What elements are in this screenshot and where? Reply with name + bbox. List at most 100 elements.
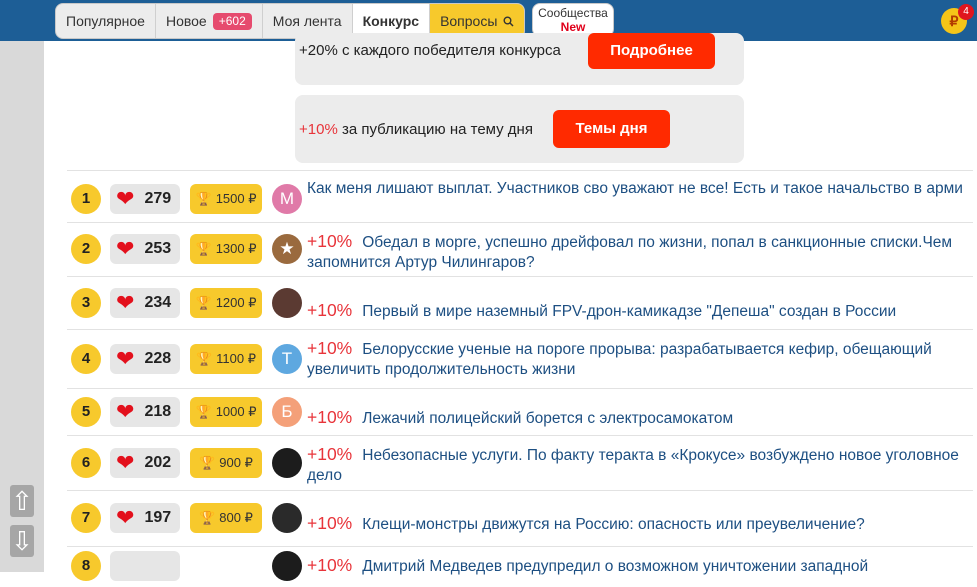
rank-badge: 4 bbox=[71, 344, 101, 374]
prize-badge: 🏆 900 ₽ bbox=[190, 448, 262, 478]
author-avatar[interactable] bbox=[272, 551, 302, 581]
author-avatar[interactable]: ★ bbox=[272, 234, 302, 264]
heart-icon: ❤ bbox=[116, 236, 135, 261]
post-title-link[interactable]: +10% Дмитрий Медведев предупредил о возмо… bbox=[307, 555, 967, 577]
rank-badge: 7 bbox=[71, 503, 101, 533]
table-row[interactable]: 4 ❤ 228 🏆 1100 ₽ Т +10% Белорусские ученые на п… bbox=[67, 329, 973, 389]
day-topics-button[interactable]: Темы дня bbox=[553, 110, 670, 148]
post-title-text: Небезопасные услуги. По факту теракта в … bbox=[307, 447, 959, 484]
prize-amount: 1500 ₽ bbox=[215, 191, 257, 206]
table-row[interactable]: 1 ❤ 279 🏆 1500 ₽ М Как меня лишают выплат. Уча… bbox=[67, 170, 973, 223]
scroll-up-icon[interactable]: ⇧ bbox=[10, 485, 34, 517]
prize-amount: 1300 ₽ bbox=[215, 241, 257, 256]
left-scroll-rail: ⇧ ⇩ bbox=[0, 41, 44, 572]
author-avatar[interactable] bbox=[272, 503, 302, 533]
post-title-link[interactable]: +10% Первый в мире наземный FPV-дрон-ками… bbox=[307, 300, 967, 322]
table-row[interactable]: 7 ❤ 197 🏆 800 ₽ +10% Клещи-монстры движутся на… bbox=[67, 490, 973, 547]
search-icon bbox=[503, 16, 514, 27]
promo-topic-percent: +10% bbox=[299, 121, 338, 138]
author-avatar[interactable] bbox=[272, 448, 302, 478]
prize-badge: 🏆 1200 ₽ bbox=[190, 288, 262, 318]
table-row[interactable]: 8 +10% Дмитрий Медведев предупредил о возм… bbox=[67, 546, 973, 587]
trophy-icon: 🏆 bbox=[195, 404, 212, 419]
promo-topic-text: +10% за публикацию на тему дня bbox=[299, 121, 533, 138]
heart-icon: ❤ bbox=[116, 186, 135, 211]
prize-amount: 800 ₽ bbox=[219, 510, 253, 525]
likes-counter[interactable]: ❤ 234 bbox=[110, 288, 180, 318]
post-title-text: Обедал в морге, успешно дрейфовал по жиз… bbox=[307, 234, 953, 271]
trophy-icon: 🏆 bbox=[195, 191, 212, 206]
post-title-link[interactable]: +10% Лежачий полицейский борется с электр… bbox=[307, 407, 967, 429]
prize-badge: 🏆 1000 ₽ bbox=[190, 397, 262, 427]
likes-count: 234 bbox=[144, 294, 172, 311]
communities-button[interactable]: Сообщества New bbox=[532, 3, 614, 37]
likes-counter[interactable]: ❤ 218 bbox=[110, 397, 180, 427]
trophy-icon: 🏆 bbox=[195, 351, 213, 366]
prize-badge: 🏆 800 ₽ bbox=[190, 503, 262, 533]
post-title-link[interactable]: +10% Обедал в морге, успешно дрейфовал по… bbox=[307, 231, 967, 273]
rank-badge: 3 bbox=[71, 288, 101, 318]
likes-counter[interactable]: ❤ 279 bbox=[110, 184, 180, 214]
rank-badge: 5 bbox=[71, 397, 101, 427]
likes-count: 228 bbox=[144, 350, 172, 367]
likes-counter[interactable]: ❤ 253 bbox=[110, 234, 180, 264]
more-info-button[interactable]: Подробнее bbox=[588, 33, 715, 69]
scroll-down-icon[interactable]: ⇩ bbox=[10, 525, 34, 557]
promo-topic-bonus: +10% за публикацию на тему дня Темы дня bbox=[295, 95, 744, 163]
post-title-link[interactable]: +10% Небезопасные услуги. По факту теракт… bbox=[307, 444, 967, 486]
prize-amount: 900 ₽ bbox=[219, 455, 253, 470]
post-title-text: Как меня лишают выплат. Участников сво у… bbox=[307, 180, 963, 197]
likes-counter[interactable] bbox=[110, 551, 180, 581]
prize-amount: 1000 ₽ bbox=[215, 404, 257, 419]
heart-icon: ❤ bbox=[116, 450, 135, 475]
rank-badge: 6 bbox=[71, 448, 101, 478]
trophy-icon: 🏆 bbox=[195, 295, 212, 310]
likes-counter[interactable]: ❤ 197 bbox=[110, 503, 180, 533]
prize-badge: 🏆 1100 ₽ bbox=[190, 344, 262, 374]
likes-count: 253 bbox=[144, 240, 172, 257]
bonus-percent: +10% bbox=[307, 300, 353, 320]
tab-new-label: Новое bbox=[165, 13, 207, 29]
tab-popular-label: Популярное bbox=[66, 13, 145, 29]
author-avatar[interactable]: Т bbox=[272, 344, 302, 374]
bonus-percent: +10% bbox=[307, 407, 353, 427]
post-title-link[interactable]: +10% Белорусские ученые на пороге прорыва… bbox=[307, 338, 967, 380]
trophy-icon: 🏆 bbox=[199, 455, 216, 470]
bonus-percent: +10% bbox=[307, 338, 353, 358]
post-title-text: Клещи-монстры движутся на Россию: опасно… bbox=[362, 516, 865, 533]
bonus-percent: +10% bbox=[307, 444, 353, 464]
heart-icon: ❤ bbox=[116, 399, 135, 424]
author-avatar[interactable]: Б bbox=[272, 397, 302, 427]
coin-notification-badge: 4 bbox=[958, 4, 974, 20]
author-avatar[interactable] bbox=[272, 288, 302, 318]
table-row[interactable]: 3 ❤ 234 🏆 1200 ₽ +10% Первый в мире наземный F… bbox=[67, 276, 973, 330]
author-avatar[interactable]: М bbox=[272, 184, 302, 214]
likes-counter[interactable]: ❤ 202 bbox=[110, 448, 180, 478]
post-title-text: Дмитрий Медведев предупредил о возможном… bbox=[362, 558, 869, 575]
promo-topic-desc: за публикацию на тему дня bbox=[341, 121, 533, 138]
table-row[interactable]: 5 ❤ 218 🏆 1000 ₽ Б +10% Лежачий полицейский бор… bbox=[67, 388, 973, 436]
heart-icon: ❤ bbox=[116, 505, 135, 530]
likes-count: 279 bbox=[144, 190, 172, 207]
trophy-icon: 🏆 bbox=[199, 510, 216, 525]
prize-amount: 1100 ₽ bbox=[216, 351, 257, 366]
bonus-percent: +10% bbox=[307, 513, 353, 533]
prize-badge: 🏆 1500 ₽ bbox=[190, 184, 262, 214]
trophy-icon: 🏆 bbox=[195, 241, 212, 256]
tab-new[interactable]: Новое +602 bbox=[156, 4, 263, 38]
prize-amount: 1200 ₽ bbox=[215, 295, 257, 310]
tab-popular[interactable]: Популярное bbox=[56, 4, 156, 38]
promo-winner-bonus: +20% с каждого победителя конкурса Подро… bbox=[295, 33, 744, 85]
likes-counter[interactable]: ❤ 228 bbox=[110, 344, 180, 374]
table-row[interactable]: 2 ❤ 253 🏆 1300 ₽ ★ +10% Обедал в морге, успешно… bbox=[67, 222, 973, 277]
communities-label: Сообщества bbox=[538, 6, 608, 20]
rank-badge: 2 bbox=[71, 234, 101, 264]
heart-icon: ❤ bbox=[116, 346, 135, 371]
post-title-text: Белорусские ученые на пороге прорыва: ра… bbox=[307, 341, 932, 378]
post-title-link[interactable]: Как меня лишают выплат. Участников сво у… bbox=[307, 179, 967, 199]
post-title-link[interactable]: +10% Клещи-монстры движутся на Россию: оп… bbox=[307, 513, 967, 535]
table-row[interactable]: 6 ❤ 202 🏆 900 ₽ +10% Небезопасные услуги. По ф… bbox=[67, 435, 973, 491]
new-count-badge: +602 bbox=[212, 12, 252, 30]
post-title-text: Первый в мире наземный FPV-дрон-камикадз… bbox=[362, 303, 897, 320]
likes-count: 197 bbox=[144, 509, 172, 526]
